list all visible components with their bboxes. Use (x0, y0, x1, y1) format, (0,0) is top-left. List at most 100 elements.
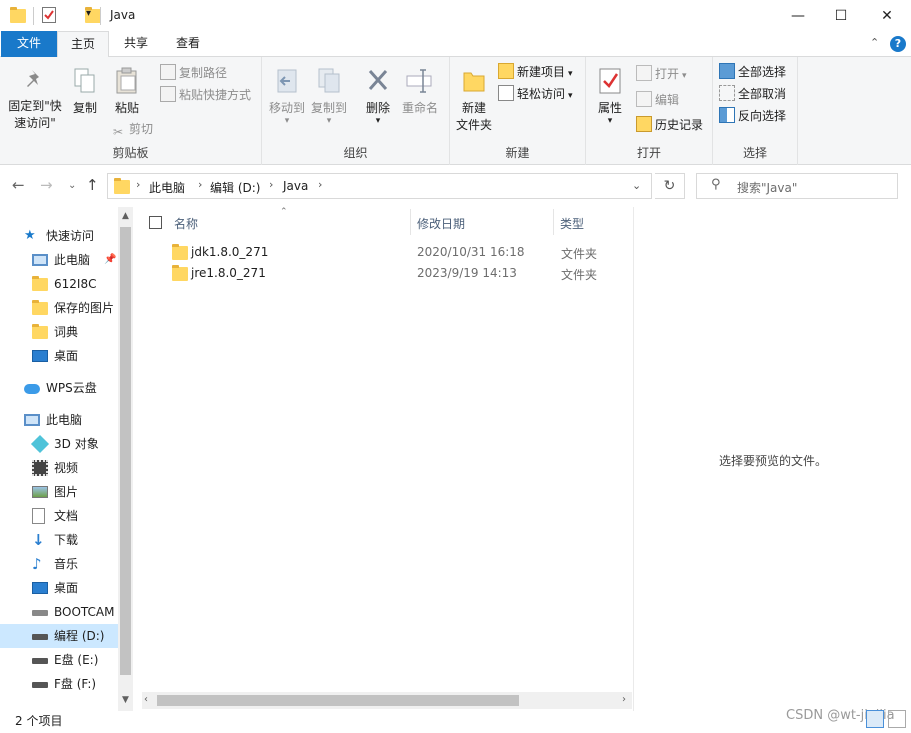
file-name: jdk1.8.0_271 (191, 245, 269, 259)
tab-share[interactable]: 共享 (114, 31, 158, 57)
column-header-type[interactable]: 类型 (560, 215, 584, 232)
properties-dropdown-icon: ▾ (607, 116, 613, 126)
breadcrumb-separator[interactable]: › (136, 178, 140, 191)
tab-view[interactable]: 查看 (166, 31, 210, 57)
invert-selection-button[interactable]: 反向选择 (719, 106, 786, 126)
history-button[interactable]: 历史记录 (636, 115, 703, 135)
tab-file[interactable]: 文件 (1, 31, 57, 57)
open-group-label: 打开 (636, 146, 661, 160)
rename-button[interactable]: 重命名 (398, 67, 442, 117)
folder-icon (114, 178, 130, 194)
nav-pictures[interactable]: 图片 (32, 480, 118, 504)
nav-612i8c[interactable]: 612I8C (32, 272, 118, 296)
scroll-up-icon[interactable]: ▲ (118, 211, 133, 221)
address-dropdown-icon[interactable]: ⌄ (632, 179, 641, 192)
new-item-button[interactable]: 新建项目 ▾ (498, 62, 573, 82)
file-list-hscrollbar[interactable]: ‹ › (142, 692, 632, 709)
breadcrumb-java[interactable]: Java (283, 179, 308, 193)
paste-button[interactable]: 粘贴 (108, 67, 146, 117)
nav-drive-e[interactable]: E盘 (E:) (32, 648, 118, 672)
nav-scrollbar[interactable]: ▲ ▼ (118, 207, 133, 711)
breadcrumb-separator[interactable]: › (269, 178, 273, 191)
breadcrumb-this-pc[interactable]: 此电脑 (149, 179, 185, 196)
nav-dictionary[interactable]: 词典 (32, 320, 118, 344)
new-folder-button[interactable]: 新建 文件夹 (452, 67, 496, 134)
new-folder-label-2: 文件夹 (455, 118, 492, 132)
column-divider[interactable] (553, 209, 554, 235)
scroll-right-icon[interactable]: › (622, 694, 626, 705)
open-button[interactable]: 打开 ▾ (636, 64, 687, 84)
refresh-button[interactable]: ↻ (655, 173, 685, 199)
nav-quick-desktop[interactable]: 桌面 (32, 344, 118, 368)
nav-quick-this-pc[interactable]: 此电脑 📌 (32, 248, 118, 272)
tab-home[interactable]: 主页 (57, 31, 109, 58)
nav-music[interactable]: ♪ 音乐 (32, 552, 118, 576)
move-to-button[interactable]: 移动到 ▾ (266, 67, 308, 126)
pin-quick-access-button[interactable]: 固定到"快 速访问" (6, 67, 64, 132)
recent-locations-icon[interactable]: ⌄ (68, 180, 76, 191)
minimize-button[interactable]: — (775, 0, 821, 31)
breadcrumb-drive-d[interactable]: 编辑 (D:) (210, 179, 260, 196)
nav-drive-d[interactable]: 编程 (D:) (0, 624, 118, 648)
breadcrumb-separator[interactable]: › (318, 178, 322, 191)
delete-button[interactable]: 删除 ▾ (358, 67, 398, 126)
nav-documents[interactable]: 文档 (32, 504, 118, 528)
column-header-name[interactable]: 名称 (174, 215, 198, 232)
copy-to-icon (318, 68, 340, 93)
qat-divider (33, 7, 34, 25)
search-input[interactable]: ⚲ 搜索"Java" (696, 173, 898, 199)
nav-scrollbar-thumb[interactable] (120, 227, 131, 675)
pin-icon[interactable]: 📌 (104, 248, 116, 272)
scroll-down-icon[interactable]: ▼ (118, 695, 133, 705)
cut-button[interactable]: ✂ 剪切 (110, 119, 153, 139)
paste-shortcut-icon (160, 86, 176, 102)
nav-desktop[interactable]: 桌面 (32, 576, 118, 600)
nav-bootcamp[interactable]: BOOTCAM (32, 600, 118, 624)
edit-button[interactable]: 编辑 (636, 90, 679, 110)
file-row[interactable]: jre1.8.0_271 2023/9/19 14:13 文件夹 (134, 263, 614, 284)
address-bar[interactable]: › 此电脑 › 编辑 (D:) › Java › ⌄ (107, 173, 652, 199)
properties-button[interactable]: 属性 ▾ (592, 67, 628, 126)
maximize-button[interactable]: ☐ (818, 0, 864, 31)
nav-label: 保存的图片 (54, 301, 115, 315)
up-icon[interactable]: ↑ (86, 176, 99, 194)
easy-access-button[interactable]: 轻松访问 ▾ (498, 84, 573, 104)
copy-to-label: 复制到 (310, 101, 347, 115)
back-icon[interactable]: ← (12, 176, 25, 194)
nav-videos[interactable]: 视频 (32, 456, 118, 480)
nav-drive-f[interactable]: F盘 (F:) (32, 672, 118, 696)
organize-group-label: 组织 (343, 146, 368, 160)
hscrollbar-thumb[interactable] (157, 695, 519, 706)
nav-saved-pictures[interactable]: 保存的图片 (32, 296, 118, 320)
pin-label-1: 固定到"快 (8, 99, 62, 113)
copy-button[interactable]: 复制 (67, 67, 103, 117)
title-divider (100, 7, 101, 25)
nav-label: 612I8C (54, 277, 97, 291)
column-header-date[interactable]: 修改日期 (417, 215, 465, 232)
scroll-left-icon[interactable]: ‹ (144, 694, 148, 705)
select-all-button[interactable]: 全部选择 (719, 62, 786, 82)
large-icons-view-icon[interactable] (888, 710, 906, 728)
copy-path-button[interactable]: 复制路径 (160, 63, 227, 83)
nav-downloads[interactable]: ↓ 下载 (32, 528, 118, 552)
select-none-button[interactable]: 全部取消 (719, 84, 786, 104)
select-all-checkbox[interactable] (149, 216, 162, 229)
copy-to-button[interactable]: 复制到 ▾ (308, 67, 350, 126)
nav-this-pc[interactable]: 此电脑 (24, 408, 118, 432)
help-icon[interactable]: ? (890, 36, 906, 52)
close-button[interactable]: ✕ (864, 0, 910, 31)
file-row[interactable]: jdk1.8.0_271 2020/10/31 16:18 文件夹 (134, 242, 614, 263)
properties-icon[interactable] (42, 7, 56, 23)
nav-quick-access[interactable]: ★ 快速访问 (24, 224, 118, 248)
forward-icon[interactable]: → (40, 176, 53, 194)
details-view-icon[interactable] (866, 710, 884, 728)
paste-shortcut-button[interactable]: 粘贴快捷方式 (160, 85, 251, 105)
column-divider[interactable] (410, 209, 411, 235)
nav-3d-objects[interactable]: 3D 对象 (30, 432, 118, 456)
nav-wps-cloud[interactable]: WPS云盘 (24, 376, 118, 400)
qat-customize-icon[interactable]: ▾ (86, 8, 91, 19)
file-list: ⌃ 名称 修改日期 类型 jdk1.8.0_271 2020/10/31 16:… (134, 207, 634, 711)
computer-icon (32, 254, 48, 266)
collapse-ribbon-icon[interactable]: ⌃ (870, 36, 879, 49)
breadcrumb-separator[interactable]: › (198, 178, 202, 191)
